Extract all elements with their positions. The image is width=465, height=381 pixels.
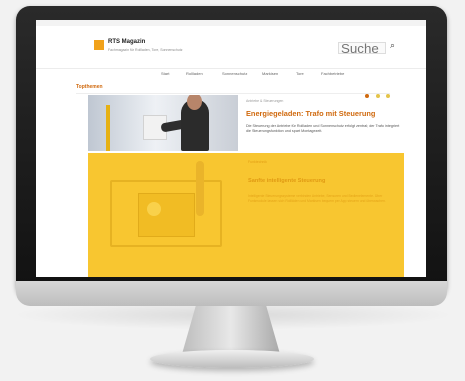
article-meta: Antriebe & Steuerungen	[246, 99, 284, 103]
article-description: Die Steuerung der Antriebe für Rollladen…	[246, 124, 400, 133]
monitor-chin	[16, 281, 447, 306]
nav-item-fachbetriebe[interactable]: Fachbetriebe	[321, 71, 344, 76]
monitor-neck	[182, 306, 280, 354]
brand-name[interactable]: RTS Magazin	[108, 39, 145, 45]
brand-tagline: Fachmagazin für Rollladen, Tore, Sonnens…	[108, 48, 183, 52]
search-icon[interactable]: ⌕	[390, 40, 395, 50]
nav-item-tore[interactable]: Tore	[296, 71, 304, 76]
section-title: Topthemen	[76, 84, 103, 90]
feature-text: Intelligente Steuerungssysteme verbinden…	[248, 194, 386, 203]
feature-label: Funktechnik	[248, 160, 267, 164]
brand-logo-icon[interactable]	[94, 40, 104, 50]
article-photo[interactable]	[88, 95, 238, 151]
feature-antenna	[196, 161, 204, 216]
nav-item-start[interactable]: Start	[161, 71, 169, 76]
topics-row: Topthemen	[76, 83, 390, 98]
search-input[interactable]	[338, 42, 386, 54]
main-navigation: Start Rollladen Sonnenschutz Markisen To…	[36, 69, 426, 81]
photo-accent	[106, 105, 110, 151]
featured-article[interactable]: Antriebe & Steuerungen Energiegeladen: T…	[88, 95, 404, 151]
nav-item-sonnenschutz[interactable]: Sonnenschutz	[222, 71, 247, 76]
nav-item-rollladen[interactable]: Rollladen	[186, 71, 203, 76]
monitor-foot	[150, 350, 314, 368]
feature-panel[interactable]: Funktechnik Sanfte intelligente Steuerun…	[88, 153, 404, 277]
feature-device-screen	[138, 193, 195, 237]
site-header: RTS Magazin Fachmagazin für Rollladen, T…	[36, 26, 426, 69]
feature-badge	[147, 202, 161, 216]
feature-title[interactable]: Sanfte intelligente Steuerung	[248, 178, 325, 184]
nav-item-markisen[interactable]: Markisen	[262, 71, 278, 76]
website-screen: RTS Magazin Fachmagazin für Rollladen, T…	[36, 20, 426, 277]
article-headline[interactable]: Energiegeladen: Trafo mit Steuerung	[246, 109, 375, 118]
